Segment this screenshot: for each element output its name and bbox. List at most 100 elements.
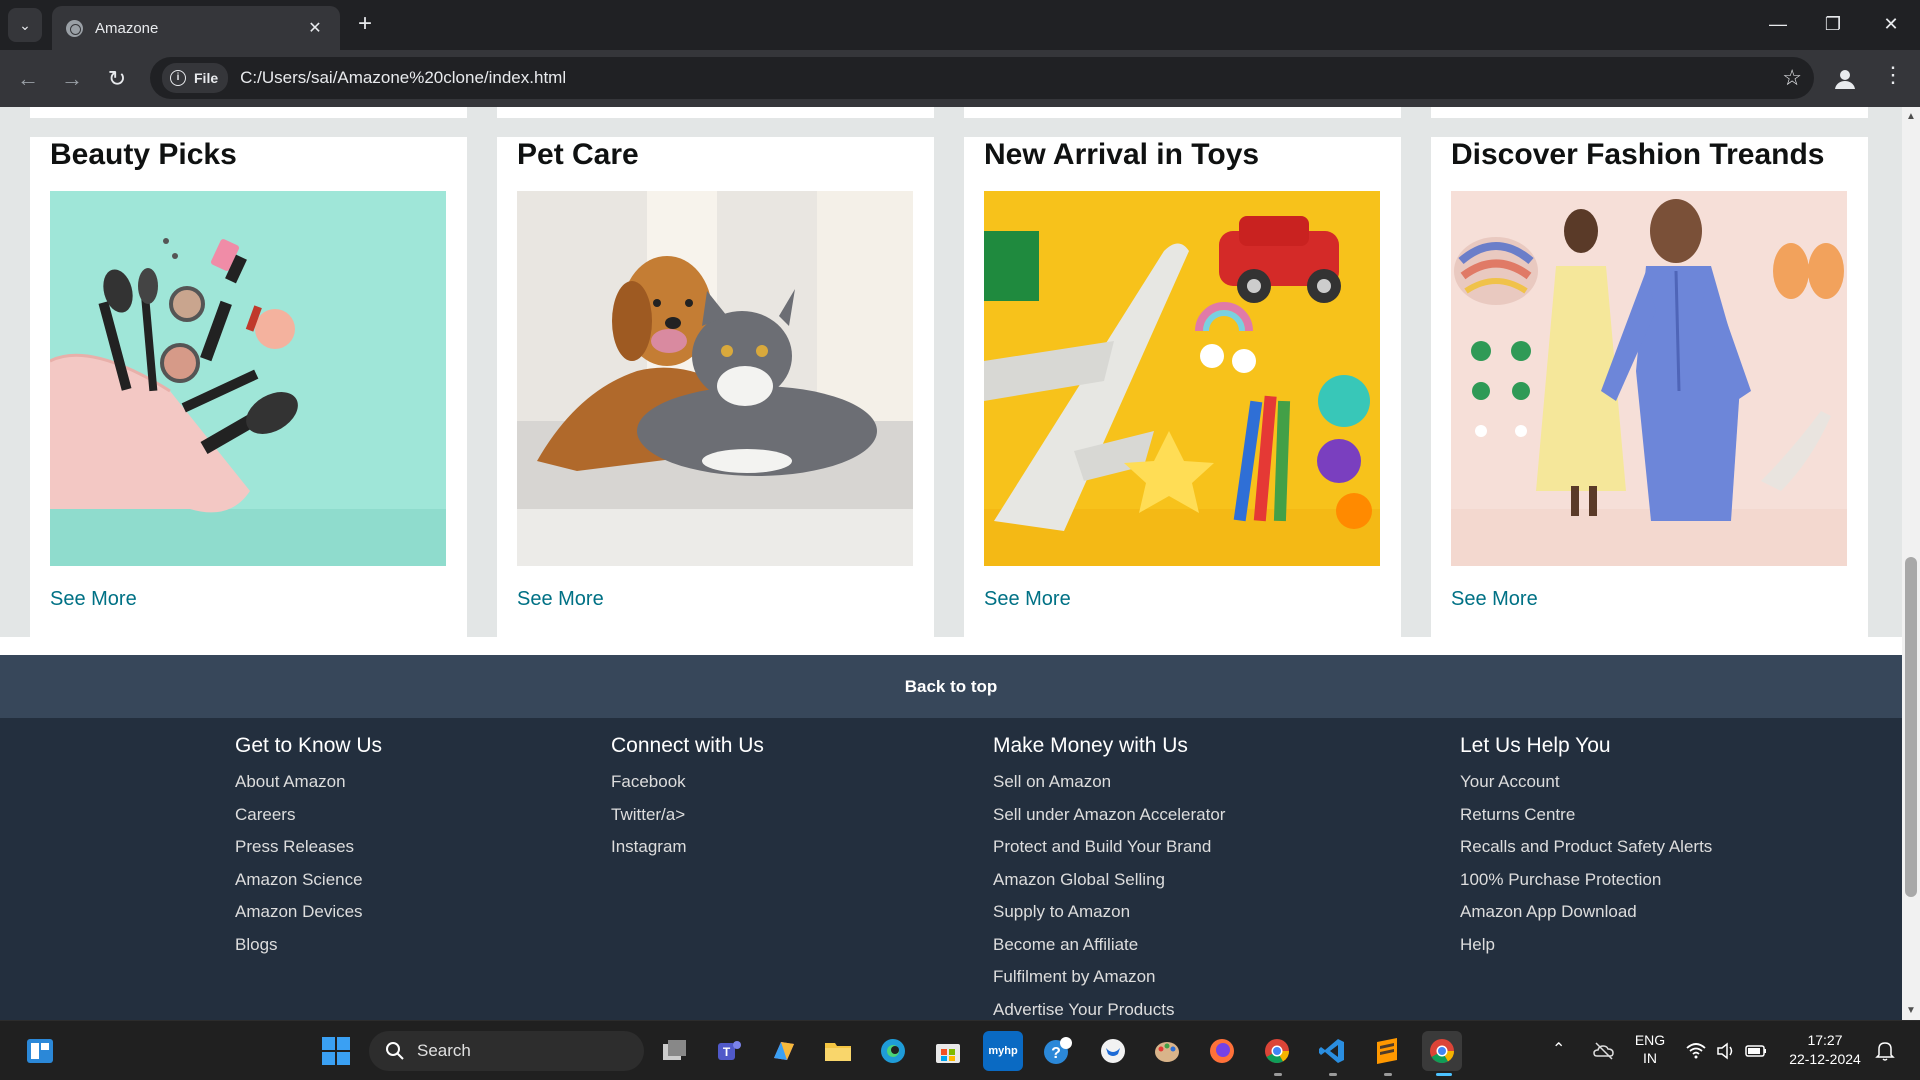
card-title: Pet Care [517, 138, 639, 171]
task-view-icon[interactable] [654, 1031, 694, 1071]
window-close-icon[interactable]: ✕ [1871, 8, 1911, 40]
info-icon: i [170, 70, 186, 86]
chevron-up-icon[interactable]: ⌃ [1552, 1039, 1565, 1059]
footer-link[interactable]: Become an Affiliate [993, 929, 1225, 962]
footer-link[interactable]: Fulfilment by Amazon [993, 961, 1225, 994]
reload-icon[interactable]: ↻ [102, 64, 132, 94]
card-title: Beauty Picks [50, 138, 237, 171]
chrome-active-icon[interactable] [1422, 1031, 1462, 1071]
url-text[interactable]: C:/Users/sai/Amazone%20clone/index.html [240, 68, 1782, 88]
address-bar[interactable]: i File C:/Users/sai/Amazone%20clone/inde… [150, 57, 1814, 99]
onedrive-offline-icon[interactable] [1584, 1031, 1624, 1071]
file-explorer-icon[interactable] [818, 1031, 858, 1071]
page-scrollbar[interactable]: ▲ ▼ [1902, 107, 1920, 1020]
footer-link[interactable]: Returns Centre [1460, 799, 1712, 832]
footer-link[interactable]: Sell on Amazon [993, 766, 1225, 799]
svg-text:?: ? [1051, 1045, 1061, 1062]
footer-link[interactable]: Careers [235, 799, 382, 832]
teams-icon[interactable]: T [709, 1031, 749, 1071]
clock[interactable]: 17:27 22-12-2024 [1780, 1031, 1870, 1069]
new-tab-icon[interactable]: + [350, 10, 380, 40]
minimize-icon[interactable]: — [1758, 8, 1798, 40]
footer-column-make-money-with-us: Make Money with Us Sell on Amazon Sell u… [993, 734, 1225, 1020]
see-more-link[interactable]: See More [984, 588, 1381, 611]
footer: Get to Know Us About Amazon Careers Pres… [0, 718, 1902, 1020]
running-indicator [1329, 1073, 1337, 1076]
get-help-icon[interactable]: ? [1038, 1031, 1078, 1071]
footer-link[interactable]: Protect and Build Your Brand [993, 831, 1225, 864]
microsoft-store-icon[interactable] [928, 1031, 968, 1071]
copilot-icon[interactable] [764, 1031, 804, 1071]
windows-start-icon[interactable] [316, 1031, 356, 1071]
see-more-link[interactable]: See More [517, 588, 914, 611]
footer-link[interactable]: About Amazon [235, 766, 382, 799]
makeup-illustration [50, 191, 446, 566]
makeup-cosmetics-image[interactable] [50, 191, 446, 566]
footer-link[interactable]: Blogs [235, 929, 382, 962]
footer-link[interactable]: Amazon App Download [1460, 896, 1712, 929]
category-card-toys: New Arrival in Toys See More [964, 137, 1401, 637]
battery-icon[interactable] [1736, 1031, 1776, 1071]
footer-link[interactable]: Supply to Amazon [993, 896, 1225, 929]
region-code: IN [1643, 1050, 1657, 1066]
footer-link[interactable]: Amazon Global Selling [993, 864, 1225, 897]
myhp-icon[interactable]: myhp [983, 1031, 1023, 1071]
site-info-label: File [194, 70, 219, 86]
back-arrow-icon[interactable]: ← [13, 64, 43, 94]
page-viewport: Beauty Picks See More Pet Care See More … [0, 107, 1902, 1020]
footer-heading: Get to Know Us [235, 734, 383, 757]
card-title: Discover Fashion Treands [1451, 138, 1825, 171]
mcafee-icon[interactable] [1093, 1031, 1133, 1071]
running-indicator [1274, 1073, 1282, 1076]
search-label: Search [417, 1041, 471, 1060]
dog-and-cat-image[interactable] [517, 191, 913, 566]
tab-close-icon[interactable]: ✕ [304, 18, 326, 38]
scrollbar-thumb[interactable] [1905, 557, 1917, 897]
fashion-image[interactable] [1451, 191, 1847, 566]
profile-icon[interactable] [1832, 66, 1858, 92]
site-info-chip[interactable]: i File [162, 63, 229, 93]
toys-illustration [984, 191, 1380, 566]
scroll-down-arrow-icon[interactable]: ▼ [1906, 1005, 1916, 1016]
footer-column-get-to-know-us: Get to Know Us About Amazon Careers Pres… [235, 734, 382, 961]
browser-tab[interactable]: Amazone ✕ [52, 6, 340, 50]
category-cards-row: Beauty Picks See More Pet Care See More … [0, 107, 1902, 637]
see-more-link[interactable]: See More [50, 588, 447, 611]
footer-link[interactable]: Instagram [611, 831, 764, 864]
section-divider [0, 637, 1902, 655]
back-to-top-button[interactable]: Back to top [0, 655, 1902, 718]
edge-browser-icon[interactable] [873, 1031, 913, 1071]
forward-arrow-icon[interactable]: → [57, 64, 87, 94]
search-icon [386, 1042, 404, 1060]
toys-image[interactable] [984, 191, 1380, 566]
sublime-text-icon[interactable] [1367, 1031, 1407, 1071]
footer-link[interactable]: Amazon Devices [235, 896, 382, 929]
kebab-menu-icon[interactable]: ⋮ [1882, 62, 1904, 88]
footer-link[interactable]: Twitter/a> [611, 799, 764, 832]
widgets-icon[interactable] [20, 1031, 60, 1071]
footer-link[interactable]: Facebook [611, 766, 764, 799]
footer-link[interactable]: Press Releases [235, 831, 382, 864]
footer-column-connect-with-us: Connect with Us Facebook Twitter/a> Inst… [611, 734, 764, 864]
footer-link[interactable]: Your Account [1460, 766, 1712, 799]
footer-link[interactable]: 100% Purchase Protection [1460, 864, 1712, 897]
category-card-beauty: Beauty Picks See More [30, 137, 467, 637]
scroll-up-arrow-icon[interactable]: ▲ [1906, 111, 1916, 122]
notification-bell-icon[interactable] [1865, 1031, 1905, 1071]
running-indicator [1384, 1073, 1392, 1076]
tab-search-chevron-icon[interactable]: ⌄ [8, 8, 42, 42]
taskbar-search-box[interactable]: Search [369, 1031, 644, 1071]
chrome-icon[interactable] [1257, 1031, 1297, 1071]
footer-link[interactable]: Help [1460, 929, 1712, 962]
footer-link[interactable]: Advertise Your Products [993, 994, 1225, 1021]
paint-app-icon[interactable] [1147, 1031, 1187, 1071]
footer-link[interactable]: Amazon Science [235, 864, 382, 897]
firefox-icon[interactable] [1202, 1031, 1242, 1071]
see-more-link[interactable]: See More [1451, 588, 1848, 611]
restore-icon[interactable]: ❐ [1813, 8, 1853, 40]
footer-link[interactable]: Sell under Amazon Accelerator [993, 799, 1225, 832]
bookmark-star-icon[interactable]: ☆ [1782, 65, 1802, 91]
footer-link[interactable]: Recalls and Product Safety Alerts [1460, 831, 1712, 864]
vscode-icon[interactable] [1312, 1031, 1352, 1071]
language-indicator[interactable]: ENG IN [1630, 1031, 1670, 1067]
